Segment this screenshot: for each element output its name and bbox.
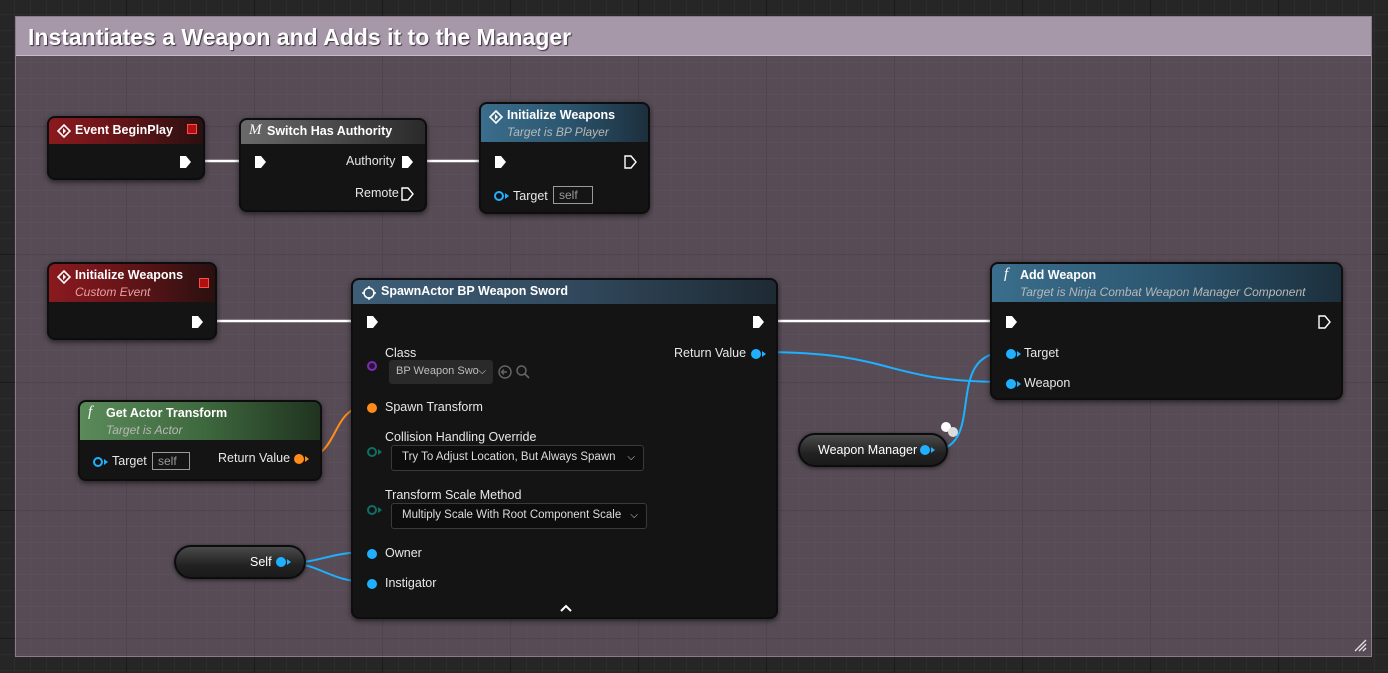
class-dropdown-value: BP Weapon Swo [396,365,479,377]
self-variable-node[interactable]: Self [174,545,306,579]
instigator-pin[interactable] [367,579,377,589]
target-self-field[interactable]: self [152,452,190,470]
pin-arrow-icon [378,449,382,455]
self-out-pin[interactable] [276,557,286,567]
class-dropdown[interactable]: BP Weapon Swo ⌵ [389,360,493,384]
exec-out-pin-icon[interactable] [623,155,637,169]
node-title: Switch Has Authority [267,124,393,138]
scale-method-dropdown[interactable]: Multiply Scale With Root Component Scale… [391,503,647,529]
spawn-actor-icon [362,286,376,300]
class-pin-label: Class [385,346,417,360]
function-f-icon: f [88,404,93,420]
authority-pin-label: Authority [346,154,396,168]
return-value-pin-label: Return Value [674,346,747,360]
node-subtitle: Target is Actor [106,423,183,437]
pin-arrow-icon [931,447,935,453]
chevron-down-icon: ⌵ [630,510,638,521]
browse-search-icon[interactable] [515,364,531,380]
return-value-pin[interactable] [751,349,761,359]
authority-exec-out-pin-icon[interactable] [400,155,414,169]
node-title: Event BeginPlay [75,123,173,137]
collapse-advanced-chevron-up-icon[interactable] [559,603,573,613]
remote-exec-out-pin-icon[interactable] [400,187,414,201]
event-status-icon [187,124,197,134]
node-title: Add Weapon [1020,268,1097,282]
collision-pin[interactable] [367,447,377,457]
owner-pin[interactable] [367,549,377,559]
exec-out-pin-icon[interactable] [190,315,204,329]
target-pin-label: Target [513,189,548,203]
diamond-arrow-icon [57,270,71,284]
exec-in-pin-icon[interactable] [493,155,507,169]
node-title: Initialize Weapons [75,268,184,282]
exec-in-pin-icon[interactable] [253,155,267,169]
initialize-weapons-call-node[interactable]: Initialize Weapons Target is BP Player T… [479,102,650,214]
pin-arrow-icon [287,559,291,565]
node-subtitle: Custom Event [75,285,151,299]
chevron-down-icon: ⌵ [478,366,486,377]
spawn-actor-node[interactable]: SpawnActor BP Weapon Sword Class BP Weap… [351,278,778,619]
class-pin[interactable] [367,361,377,371]
pin-arrow-icon [104,459,108,465]
node-subtitle: Target is BP Player [507,125,609,139]
collision-pin-label: Collision Handling Override [385,430,537,444]
pin-arrow-icon [762,351,766,357]
scale-method-pin[interactable] [367,505,377,515]
weapon-pin-label: Weapon [1024,376,1071,390]
pin-arrow-icon [378,507,382,513]
diamond-arrow-icon [489,110,503,124]
variable-out-pin[interactable] [920,445,930,455]
use-selected-asset-icon[interactable] [497,364,513,380]
return-value-pin-label: Return Value [218,451,291,465]
switch-has-authority-node[interactable]: M Switch Has Authority Authority Remote [239,118,427,212]
chevron-down-icon: ⌵ [627,452,635,463]
target-pin[interactable] [1006,349,1016,359]
event-status-icon [199,278,209,288]
scale-method-pin-label: Transform Scale Method [385,488,522,502]
reroute-knot-icon [941,422,958,437]
variable-label: Self [250,555,272,569]
target-pin[interactable] [93,457,103,467]
return-value-pin[interactable] [294,454,304,464]
pin-arrow-icon [305,456,309,462]
target-pin-label: Target [1024,346,1059,360]
exec-out-pin-icon[interactable] [178,155,192,169]
collision-dropdown[interactable]: Try To Adjust Location, But Always Spawn… [391,445,644,471]
node-subtitle: Target is Ninja Combat Weapon Manager Co… [1020,285,1306,299]
exec-out-pin-icon[interactable] [1317,315,1331,329]
initialize-weapons-event-node[interactable]: Initialize Weapons Custom Event [47,262,217,340]
owner-pin-label: Owner [385,546,422,560]
target-pin-label: Target [112,454,147,468]
node-title: Initialize Weapons [507,108,616,122]
weapon-pin[interactable] [1006,379,1016,389]
diamond-arrow-icon [57,124,71,138]
exec-out-pin-icon[interactable] [751,315,765,329]
instigator-pin-label: Instigator [385,576,437,590]
collision-dropdown-value: Try To Adjust Location, But Always Spawn [402,451,616,463]
target-pin[interactable] [494,191,504,201]
function-f-icon: f [1004,266,1009,282]
node-title: Get Actor Transform [106,406,228,420]
event-beginplay-node[interactable]: Event BeginPlay [47,116,205,180]
exec-in-pin-icon[interactable] [1004,315,1018,329]
spawn-transform-pin-label: Spawn Transform [385,400,483,414]
macro-m-icon: M [249,122,262,138]
scale-method-dropdown-value: Multiply Scale With Root Component Scale [402,509,622,521]
pin-arrow-icon [1017,381,1021,387]
exec-in-pin-icon[interactable] [365,315,379,329]
remote-pin-label: Remote [355,186,399,200]
spawn-transform-pin[interactable] [367,403,377,413]
pin-arrow-icon [1017,351,1021,357]
target-self-field[interactable]: self [553,186,593,204]
get-actor-transform-node[interactable]: f Get Actor Transform Target is Actor Ta… [78,400,322,481]
blueprint-graph-canvas[interactable]: Instantiates a Weapon and Adds it to the… [0,0,1388,673]
node-title: SpawnActor BP Weapon Sword [381,284,569,298]
weapon-manager-variable-node[interactable]: Weapon Manager [798,433,948,467]
add-weapon-node[interactable]: f Add Weapon Target is Ninja Combat Weap… [990,262,1343,400]
pin-arrow-icon [505,193,509,199]
variable-label: Weapon Manager [818,443,918,457]
